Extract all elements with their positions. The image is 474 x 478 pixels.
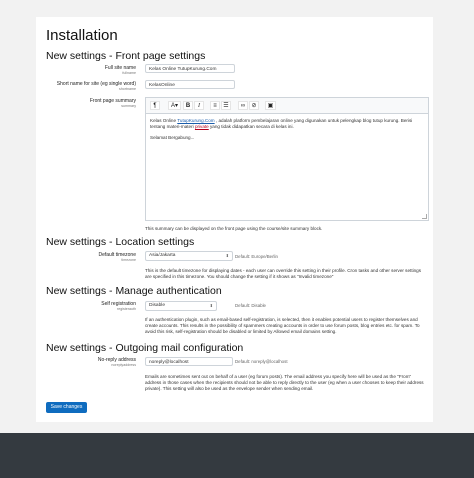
page-title: Installation	[46, 27, 118, 44]
registerauth-key: registerauth	[117, 307, 136, 311]
italic-button[interactable]: I	[194, 101, 204, 110]
noreply-default: Default: noreply@localhost	[235, 359, 288, 364]
registerauth-description: If an authentication plugin, such as ema…	[145, 317, 420, 335]
chevron-down-icon: ⬍	[225, 253, 229, 258]
registerauth-default: Default: Disable	[235, 303, 266, 308]
summary-key: summary	[121, 104, 136, 108]
summary-description: This summary can be displayed on the fro…	[145, 226, 323, 231]
section-outgoing-mail: New settings - Outgoing mail configurati…	[46, 342, 244, 354]
resize-handle-icon[interactable]	[422, 214, 427, 219]
section-front-page: New settings - Front page settings	[46, 50, 206, 62]
timezone-description: This is the default timezone for display…	[145, 268, 422, 280]
bold-button[interactable]: B	[183, 101, 193, 110]
noreply-input[interactable]: noreply@localhost	[145, 357, 233, 366]
save-changes-button[interactable]: Save changes	[46, 402, 87, 413]
link-icon[interactable]: ∞	[238, 101, 248, 110]
summary-greeting: Selamat Bergabung...	[150, 135, 195, 140]
text-style-menu-icon[interactable]: A▾	[168, 101, 181, 110]
timezone-default: Default: Europe/Berlin	[235, 254, 278, 259]
settings-page: Installation New settings - Front page s…	[36, 17, 433, 422]
timezone-value: Asia/Jakarta	[149, 253, 176, 258]
section-authentication: New settings - Manage authentication	[46, 285, 222, 297]
timezone-key: timezone	[121, 258, 136, 262]
unlink-icon[interactable]: ⊘	[249, 101, 259, 110]
fullname-input[interactable]: Kelas Online TutupKurung.Com	[145, 64, 235, 73]
registerauth-select[interactable]: Disable ⬍	[145, 301, 217, 311]
paragraph-style-icon[interactable]: ¶	[150, 101, 160, 110]
summary-text-pre: Kelas Online	[150, 118, 178, 123]
noreply-description: Emails are sometimes sent out on behalf …	[145, 374, 424, 392]
ordered-list-icon[interactable]: ☰	[221, 101, 231, 110]
shortname-key: shortname	[119, 87, 136, 91]
chevron-down-icon: ⬍	[209, 303, 213, 308]
unordered-list-icon[interactable]: ≡	[210, 101, 220, 110]
page-footer	[0, 433, 474, 478]
summary-editor[interactable]: ¶ A▾ B I ≡ ☰ ∞ ⊘ ▣ Kelas Online TutupKur…	[145, 97, 429, 221]
section-location: New settings - Location settings	[46, 236, 195, 248]
image-icon[interactable]: ▣	[265, 101, 276, 110]
editor-toolbar: ¶ A▾ B I ≡ ☰ ∞ ⊘ ▣	[146, 98, 428, 114]
editor-content[interactable]: Kelas Online TutupKurung.Com , adalah pl…	[146, 114, 428, 145]
summary-text-post: yang tidak didapatkan secara di kelas in…	[208, 124, 294, 129]
registerauth-value: Disable	[149, 303, 165, 308]
noreply-key: noreplyaddress	[111, 363, 136, 367]
fullname-key: fullname	[122, 71, 136, 75]
timezone-select[interactable]: Asia/Jakarta ⬍	[145, 251, 233, 261]
shortname-input[interactable]: KelasOnline	[145, 80, 235, 89]
summary-private-word: private	[194, 124, 209, 129]
summary-link[interactable]: TutupKurung.Com	[177, 118, 214, 123]
